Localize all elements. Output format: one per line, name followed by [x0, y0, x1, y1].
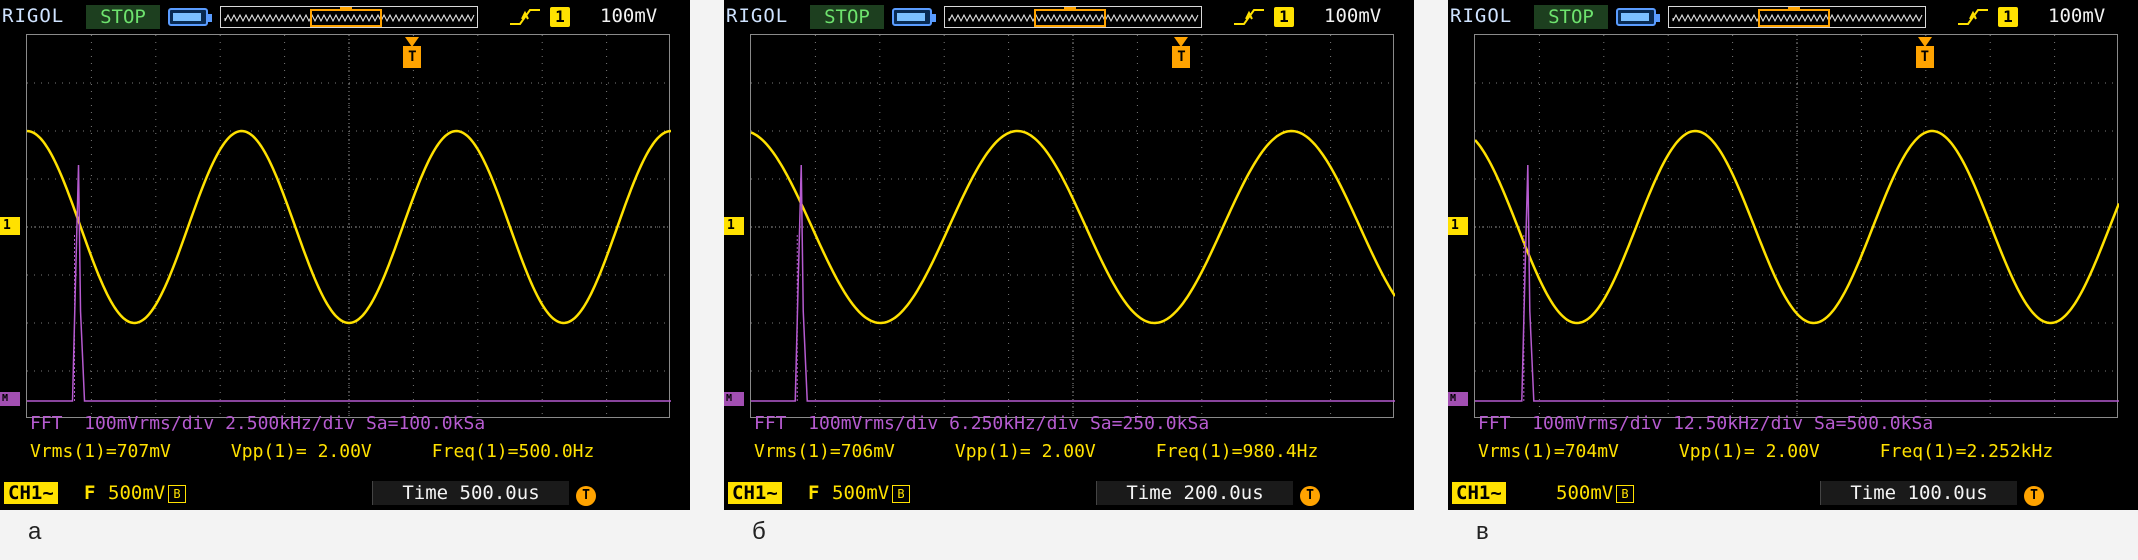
memory-depth-indicator: [944, 6, 1202, 28]
channel1-scale: 500mV: [832, 482, 890, 504]
trigger-level: 100mV: [2048, 5, 2106, 27]
trigger-offset-value: →-136.0us: [1300, 507, 1403, 510]
channel1-filter-flag: F: [84, 482, 96, 504]
scope-screen-3: RIGOL STOP 1 100mV T 1 M FFT 100mVrms/div 12.50…: [1448, 0, 2138, 510]
trigger-offset: T→-136.0us: [1300, 481, 1414, 510]
vrms-measurement: Vrms(1)=704mV: [1478, 441, 1619, 462]
bandwidth-limit-icon: B: [892, 485, 910, 503]
vpp-measurement: Vpp(1)= 2.00V: [230, 441, 372, 462]
bandwidth-limit-icon: B: [1616, 485, 1634, 503]
timebase-readout[interactable]: Time 500.0us: [372, 481, 569, 505]
timebase-readout[interactable]: Time 200.0us: [1096, 481, 1293, 505]
waveform-display: [26, 34, 671, 419]
trigger-offset: T→-72.00us: [2024, 481, 2138, 510]
trigger-level: 100mV: [600, 5, 658, 27]
battery-icon: [168, 8, 212, 26]
channel1-filter-flag: F: [808, 482, 820, 504]
waveform-svg: [1475, 35, 2119, 419]
vrms-measurement: Vrms(1)=706mV: [754, 441, 895, 462]
trigger-time-marker: T: [1172, 46, 1191, 68]
measurements: Vrms(1)=707mV Vpp(1)= 2.00V Freq(1)=500.0H…: [30, 441, 654, 462]
math-offset-marker: M: [724, 392, 744, 406]
channel1-offset-marker: 1: [724, 217, 744, 235]
trigger-offset-icon: T: [2024, 486, 2044, 506]
battery-icon: [1616, 8, 1660, 26]
trigger-offset-value: →-20.00us: [576, 507, 679, 510]
rising-edge-icon: [508, 6, 542, 28]
trigger-offset-value: →-72.00us: [2024, 507, 2127, 510]
waveform-display: [750, 34, 1395, 419]
fft-settings: FFT 100mVrms/div 12.50kHz/div Sa=500.0kS…: [1478, 413, 1934, 434]
channel-status-bar: CH1~ F 500mVB Time 200.0us T→-136.0us: [724, 476, 1414, 510]
channel1-badge[interactable]: CH1~: [1452, 482, 1506, 504]
rising-edge-icon: [1956, 6, 1990, 28]
run-state-badge[interactable]: STOP: [1534, 5, 1608, 29]
vrms-measurement: Vrms(1)=707mV: [30, 441, 171, 462]
frequency-measurement: Freq(1)=500.0Hz: [431, 441, 595, 462]
frequency-measurement: Freq(1)=2.252kHz: [1879, 441, 2054, 462]
brand-label: RIGOL: [2, 5, 65, 27]
memory-waveform-icon: [224, 7, 475, 27]
fft-settings: FFT 100mVrms/div 2.500kHz/div Sa=100.0kS…: [30, 413, 486, 434]
bandwidth-limit-icon: B: [168, 485, 186, 503]
scope-screen-1: RIGOL STOP 1 100mV T 1 M FFT 100mVrms/div 2.500…: [0, 0, 690, 510]
channel1-badge[interactable]: CH1~: [728, 482, 782, 504]
math-offset-marker: M: [0, 392, 20, 406]
trigger-level: 100mV: [1324, 5, 1382, 27]
panel-caption: в: [1476, 518, 1489, 545]
memory-depth-indicator: [1668, 6, 1926, 28]
trigger-time-marker: T: [403, 46, 422, 68]
memory-depth-indicator: [220, 6, 478, 28]
channel1-scale: 500mV: [1556, 482, 1614, 504]
status-bar: RIGOL STOP 1 100mV: [724, 0, 1414, 34]
status-bar: RIGOL STOP 1 100mV: [0, 0, 690, 34]
trigger-offset-icon: T: [576, 486, 596, 506]
waveform-svg: [751, 35, 1395, 419]
brand-label: RIGOL: [1450, 5, 1513, 27]
memory-waveform-icon: [1672, 7, 1923, 27]
trigger-source-badge: 1: [1274, 7, 1294, 27]
battery-icon: [892, 8, 936, 26]
rising-edge-icon: [1232, 6, 1266, 28]
channel1-badge[interactable]: CH1~: [4, 482, 58, 504]
run-state-badge[interactable]: STOP: [810, 5, 884, 29]
measurements: Vrms(1)=706mV Vpp(1)= 2.00V Freq(1)=980.4H…: [754, 441, 1378, 462]
channel-status-bar: CH1~ 500mVB Time 100.0us T→-72.00us: [1448, 476, 2138, 510]
trigger-offset-icon: T: [1300, 486, 1320, 506]
memory-waveform-icon: [948, 7, 1199, 27]
panel-caption: б: [752, 518, 766, 545]
waveform-display: [1474, 34, 2119, 419]
trigger-source-badge: 1: [1998, 7, 2018, 27]
scope-screen-2: RIGOL STOP 1 100mV T 1 M FFT 100mVrms/div 6.250…: [724, 0, 1414, 510]
trigger-position-arrow: [1917, 34, 1932, 47]
trigger-time-marker: T: [1915, 46, 1934, 68]
channel1-scale: 500mV: [108, 482, 166, 504]
measurements: Vrms(1)=704mV Vpp(1)= 2.00V Freq(1)=2.252k…: [1478, 441, 2113, 462]
waveform-svg: [27, 35, 671, 419]
vpp-measurement: Vpp(1)= 2.00V: [954, 441, 1096, 462]
trigger-source-badge: 1: [550, 7, 570, 27]
trigger-position-arrow: [1174, 34, 1189, 47]
trigger-position-arrow: [405, 34, 420, 47]
math-offset-marker: M: [1448, 392, 1468, 406]
vpp-measurement: Vpp(1)= 2.00V: [1678, 441, 1820, 462]
brand-label: RIGOL: [726, 5, 789, 27]
channel1-offset-marker: 1: [1448, 217, 1468, 235]
fft-settings: FFT 100mVrms/div 6.250kHz/div Sa=250.0kS…: [754, 413, 1210, 434]
panel-caption: а: [28, 518, 42, 545]
run-state-badge[interactable]: STOP: [86, 5, 160, 29]
frequency-measurement: Freq(1)=980.4Hz: [1155, 441, 1319, 462]
channel1-offset-marker: 1: [0, 217, 20, 235]
trigger-offset: T→-20.00us: [576, 481, 690, 510]
timebase-readout[interactable]: Time 100.0us: [1820, 481, 2017, 505]
status-bar: RIGOL STOP 1 100mV: [1448, 0, 2138, 34]
channel-status-bar: CH1~ F 500mVB Time 500.0us T→-20.00us: [0, 476, 690, 510]
